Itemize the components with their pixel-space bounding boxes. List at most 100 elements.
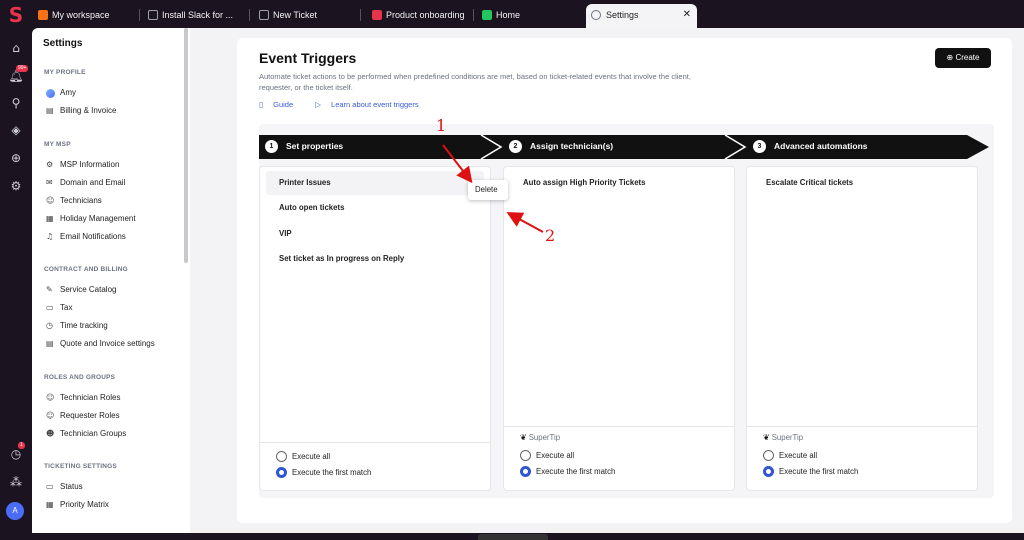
sidebar-item-amy[interactable]: Amy	[46, 87, 76, 99]
trigger-item[interactable]: Printer Issues⋮	[266, 171, 484, 195]
browser-tab-bar: S My workspace Install Slack for ... New…	[0, 0, 1024, 28]
radio-button-selected	[276, 467, 287, 478]
radio-button	[520, 450, 531, 461]
close-icon[interactable]: ✕	[683, 4, 691, 26]
step-number: 2	[509, 140, 522, 153]
radio-execute-first-match[interactable]: Execute the first match	[276, 467, 371, 478]
supertip[interactable]: ❦ SuperTip	[763, 433, 803, 442]
taskbar-indicator	[478, 534, 548, 540]
sidebar-item-label: Requester Roles	[60, 411, 120, 420]
trigger-item[interactable]: Set ticket as In progress on Reply	[266, 247, 484, 271]
step-label: Advanced automations	[774, 141, 868, 151]
trigger-item-label: Set ticket as In progress on Reply	[279, 254, 405, 263]
sidebar-item-domain-email[interactable]: ✉ Domain and Email	[46, 177, 125, 189]
sidebar-item-technician-roles[interactable]: ☺ Technician Roles	[46, 392, 120, 404]
tab-label: My workspace	[52, 10, 110, 20]
sidebar-item-time-tracking[interactable]: ◷ Time tracking	[46, 320, 108, 332]
radio-button	[763, 450, 774, 461]
trigger-item[interactable]: Escalate Critical tickets	[753, 171, 971, 195]
tax-icon: ▭	[46, 303, 54, 312]
sidebar-title: Settings	[43, 38, 83, 49]
leaf-icon: ❦	[520, 433, 529, 442]
trigger-item-label: Auto assign High Priority Tickets	[523, 178, 646, 187]
section-my-msp: MY MSP	[44, 141, 71, 148]
tab-label: Install Slack for ...	[162, 10, 234, 20]
sidebar-item-email-notifications[interactable]: ♫ Email Notifications	[46, 231, 126, 243]
matrix-icon: ▦	[46, 500, 54, 509]
tab-settings[interactable]: Settings ✕	[586, 4, 697, 28]
sidebar-item-service-catalog[interactable]: ✎ Service Catalog	[46, 284, 116, 296]
radio-execute-all[interactable]: Execute all	[520, 450, 574, 461]
create-button-label: Create	[955, 53, 980, 62]
radio-execute-first-match[interactable]: Execute the first match	[520, 466, 615, 477]
trigger-item[interactable]: Auto assign High Priority Tickets	[510, 171, 728, 195]
sidebar-item-billing[interactable]: ▤ Billing & Invoice	[46, 105, 116, 117]
radio-label: Execute the first match	[292, 468, 372, 477]
sidebar-item-tax[interactable]: ▭ Tax	[46, 302, 72, 314]
column-set-properties: Printer Issues⋮ Auto open tickets VIP Se…	[259, 166, 491, 491]
trigger-item-label: Printer Issues	[279, 178, 331, 187]
gear-icon[interactable]: ⚙	[8, 178, 24, 194]
radio-execute-all[interactable]: Execute all	[763, 450, 817, 461]
app-logo-icon[interactable]: S	[4, 4, 28, 26]
radio-label: Execute the first match	[779, 467, 859, 476]
supertip[interactable]: ❦ SuperTip	[520, 433, 560, 442]
guide-link[interactable]: ▯ Guide	[259, 100, 303, 109]
radio-button	[276, 451, 287, 462]
sidebar-item-msp-information[interactable]: ⚙ MSP Information	[46, 159, 119, 171]
add-icon[interactable]: ⊕	[8, 150, 24, 166]
layers-icon[interactable]: ◈	[8, 122, 24, 138]
home-icon[interactable]: ⌂	[8, 40, 24, 56]
radio-execute-all[interactable]: Execute all	[276, 451, 330, 462]
sidebar-item-label: MSP Information	[60, 160, 120, 169]
sidebar-item-requester-roles[interactable]: ☺ Requester Roles	[46, 410, 120, 422]
sidebar-item-holiday[interactable]: ▦ Holiday Management	[46, 213, 136, 225]
radio-label: Execute the first match	[536, 467, 616, 476]
user-avatar[interactable]: A	[6, 502, 24, 520]
tab-new-ticket[interactable]: New Ticket	[257, 4, 361, 26]
sidebar-item-technicians[interactable]: ☺ Technicians	[46, 195, 102, 207]
page-title: Event Triggers	[259, 50, 357, 66]
notification-badge: 99+	[16, 65, 29, 72]
sidebar-item-label: Billing & Invoice	[60, 106, 117, 115]
step-number: 3	[753, 140, 766, 153]
guide-link-label: Guide	[273, 100, 294, 109]
section-my-profile: MY PROFILE	[44, 69, 86, 76]
tab-label: Home	[496, 10, 521, 20]
radio-execute-first-match[interactable]: Execute the first match	[763, 466, 858, 477]
execution-options: Execute all Execute the first match	[260, 442, 490, 490]
event-triggers-card: Event Triggers Automate ticket actions t…	[237, 38, 1012, 523]
sidebar-item-label: Service Catalog	[60, 285, 117, 294]
sidebar-item-label: Quote and Invoice settings	[60, 339, 155, 348]
onboarding-icon	[372, 10, 382, 20]
step-label: Set properties	[286, 141, 344, 151]
sidebar-item-priority-matrix[interactable]: ▦ Priority Matrix	[46, 499, 109, 511]
sidebar-item-status[interactable]: ▭ Status	[46, 481, 83, 493]
network-icon[interactable]: ⁂	[8, 474, 24, 490]
tab-label: Product onboarding	[386, 10, 465, 20]
radio-label: Execute all	[292, 452, 331, 461]
create-button[interactable]: ⊕ Create	[935, 48, 991, 68]
sidebar-item-quote-invoice[interactable]: ▤ Quote and Invoice settings	[46, 338, 155, 350]
sidebar-item-technician-groups[interactable]: ☻ Technician Groups	[46, 428, 126, 440]
trigger-item-label: Auto open tickets	[279, 203, 345, 212]
delete-menu-item[interactable]: Delete	[468, 180, 508, 200]
tab-home[interactable]: Home	[480, 4, 584, 26]
tab-my-workspace[interactable]: My workspace	[36, 4, 140, 26]
video-link[interactable]: ▷ Learn about event triggers	[315, 100, 428, 109]
sidebar-scrollbar[interactable]	[184, 28, 188, 263]
radio-button-selected	[763, 466, 774, 477]
execution-options: ❦ SuperTip Execute all Execute the first…	[747, 426, 977, 490]
tab-install-slack[interactable]: Install Slack for ...	[146, 4, 250, 26]
trigger-item[interactable]: Auto open tickets	[266, 196, 484, 220]
quote-icon: ▤	[46, 339, 54, 348]
tab-product-onboarding[interactable]: Product onboarding	[370, 4, 474, 26]
sidebar-item-label: Priority Matrix	[60, 500, 109, 509]
users-icon: ☺	[46, 196, 55, 205]
trigger-item[interactable]: VIP	[266, 222, 484, 246]
trigger-item-label: VIP	[279, 229, 292, 238]
search-icon[interactable]: ⚲	[8, 95, 24, 111]
delete-label: Delete	[475, 185, 498, 194]
catalog-icon: ✎	[46, 285, 53, 294]
radio-label: Execute all	[779, 451, 818, 460]
